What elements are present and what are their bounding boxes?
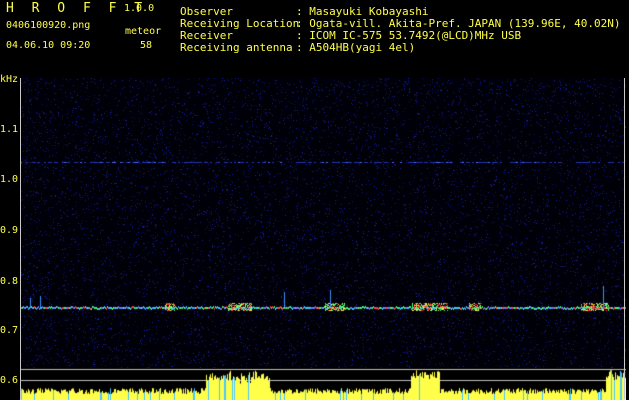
y-axis-unit: kHz [0, 74, 19, 85]
antenna-value: : A504HB(yagi 4el) [296, 41, 416, 54]
y-tick: 1.1 [0, 124, 19, 135]
observer-value: : Masayuki Kobayashi [296, 5, 429, 18]
capture-datetime: 04.06.10 09:20 [6, 40, 91, 51]
image-filename: 0406100920.png [6, 20, 91, 31]
meteor-count-label: meteor [125, 26, 162, 37]
location-label: Receiving Location [180, 17, 300, 30]
receiver-label: Receiver [180, 29, 233, 42]
signal-level-meter [20, 368, 626, 400]
meteor-count-value: 58 [140, 40, 153, 51]
location-value: : Ogata-vill. Akita-Pref. JAPAN (139.96E… [296, 17, 621, 30]
y-tick: 0.9 [0, 225, 19, 236]
receiver-value: : ICOM IC-575 53.7492(@LCD)MHz USB [296, 29, 522, 42]
y-tick: 0.6 [0, 375, 19, 386]
y-tick: 0.7 [0, 325, 19, 336]
app-version: 1.0.0 [124, 3, 155, 14]
y-tick: 1.0 [0, 174, 19, 185]
y-tick: 0.8 [0, 276, 19, 287]
observer-label: Observer [180, 5, 233, 18]
antenna-label: Receiving antenna [180, 41, 293, 54]
spectrogram-waterfall [20, 78, 626, 368]
